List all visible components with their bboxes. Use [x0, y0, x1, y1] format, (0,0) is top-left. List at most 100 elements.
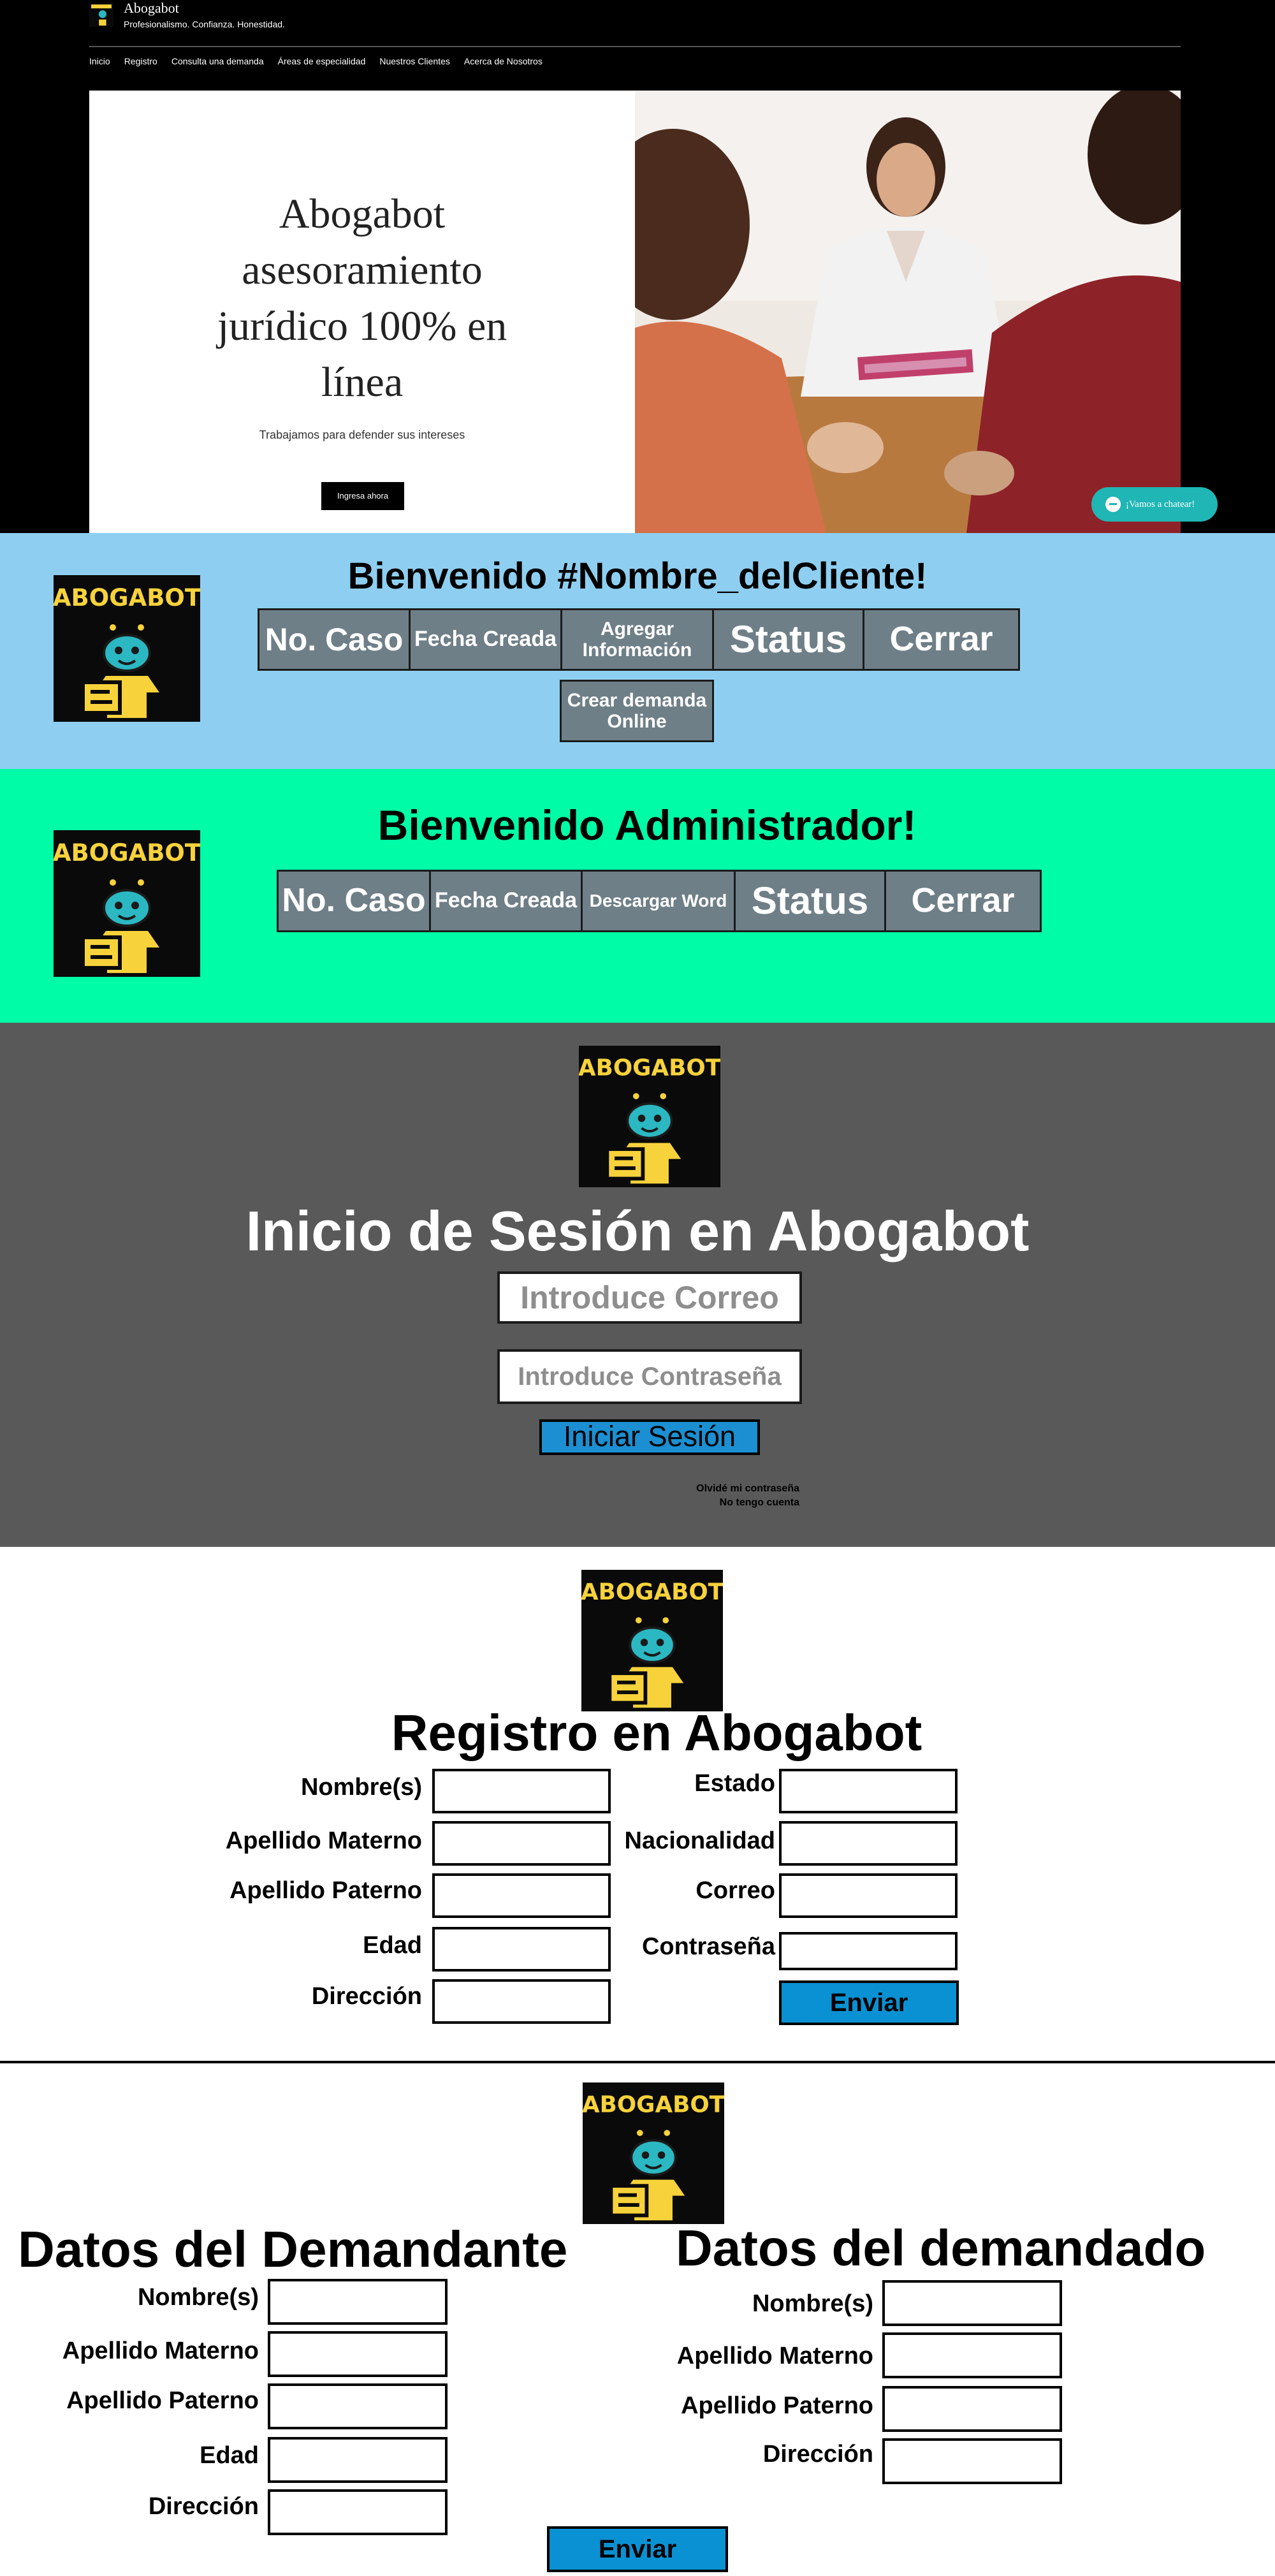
robot-logo-icon: ABOGABOT — [583, 2082, 724, 2224]
defendant-title: Datos del demandado — [676, 2220, 1206, 2276]
demandante-edad-input[interactable] — [268, 2437, 448, 2483]
label-demandante-nombres: Nombre(s) — [137, 2284, 259, 2311]
demandado-apellido-paterno-input[interactable] — [882, 2386, 1062, 2432]
col-cerrar-button[interactable]: Cerrar — [886, 870, 1042, 932]
robot-logo-icon — [89, 3, 113, 27]
robot-logo-icon: ABOGABOT — [579, 1046, 720, 1187]
robot-logo-icon: ABOGABOT — [581, 1570, 723, 1711]
label-apellido-materno: Apellido Materno — [225, 1827, 422, 1854]
client-case-columns: No. Caso Fecha Creada Agregar Informació… — [258, 608, 1020, 671]
label-estado: Estado — [694, 1770, 775, 1797]
label-demandante-apellido-paterno: Apellido Paterno — [66, 2387, 259, 2414]
header-divider — [89, 46, 1181, 47]
demandante-nombres-input[interactable] — [268, 2279, 448, 2325]
plaintiff-title: Datos del Demandante — [18, 2221, 568, 2278]
website-section: Abogabot Profesionalismo. Confianza. Hon… — [0, 0, 1275, 533]
apellido-paterno-input[interactable] — [432, 1873, 611, 1918]
nav-inicio[interactable]: Inicio — [89, 56, 110, 66]
estado-input[interactable] — [779, 1769, 958, 1813]
nav-consulta-demanda[interactable]: Consulta una demanda — [171, 56, 264, 66]
chat-bubble-icon — [1105, 497, 1121, 512]
abogabot-logo: ABOGABOT — [581, 1570, 723, 1711]
register-submit-button[interactable]: Enviar — [779, 1980, 959, 2025]
col-agregar-informacion-button[interactable]: Agregar Información — [562, 608, 714, 671]
label-contrasena: Contraseña — [641, 1933, 775, 1960]
logo-wordmark: ABOGABOT — [579, 1055, 720, 1081]
demandado-nombres-input[interactable] — [882, 2280, 1062, 2326]
col-descargar-word-button[interactable]: Descargar Word — [583, 870, 736, 932]
demandante-apellido-paterno-input[interactable] — [268, 2383, 448, 2429]
label-edad: Edad — [363, 1932, 422, 1959]
label-demandante-edad: Edad — [200, 2442, 259, 2469]
site-nav: Inicio Registro Consulta una demanda Áre… — [89, 56, 543, 66]
hero-title: Abogabot asesoramiento jurídico 100% en … — [217, 191, 507, 406]
chat-button[interactable]: ¡Vamos a chatear! — [1091, 487, 1218, 522]
label-demandado-direccion: Dirección — [762, 2441, 873, 2468]
nav-areas-especialidad[interactable]: Áreas de especialidad — [278, 56, 366, 66]
client-dashboard-section: ABOGABOT Bienvenido #Nombre_delCliente! … — [0, 533, 1275, 769]
col-fecha-creada-button[interactable]: Fecha Creada — [431, 870, 583, 932]
label-demandado-apellido-materno: Apellido Materno — [676, 2343, 873, 2369]
demandante-direccion-input[interactable] — [268, 2489, 448, 2535]
lawsuit-form-section: ABOGABOT Datos del Demandante Nombre(s) … — [0, 2063, 1275, 2576]
hero-photo — [635, 91, 1181, 533]
robot-logo-icon: ABOGABOT — [54, 830, 200, 977]
nav-acerca-de-nosotros[interactable]: Acerca de Nosotros — [464, 56, 543, 66]
label-nacionalidad: Nacionalidad — [624, 1827, 776, 1854]
hero-subtitle: Trabajamos para defender sus intereses — [259, 428, 465, 441]
registration-section: ABOGABOT Registro en Abogabot Nombre(s) … — [0, 1547, 1275, 2062]
label-apellido-paterno: Apellido Paterno — [229, 1877, 422, 1904]
col-status-button[interactable]: Status — [714, 608, 864, 671]
contrasena-input[interactable] — [779, 1932, 958, 1970]
label-demandante-direccion: Dirección — [148, 2493, 259, 2520]
email-field[interactable]: Introduce Correo — [497, 1271, 802, 1324]
abogabot-logo: ABOGABOT — [579, 1046, 720, 1187]
login-section: ABOGABOT Inicio de Sesión en Abogabot In… — [0, 1023, 1275, 1547]
lawsuit-submit-button[interactable]: Enviar — [547, 2526, 728, 2572]
label-correo: Correo — [696, 1877, 775, 1904]
logo-wordmark: ABOGABOT — [581, 1579, 723, 1605]
nombres-input[interactable] — [432, 1769, 611, 1813]
label-demandado-nombres: Nombre(s) — [752, 2290, 873, 2317]
admin-case-columns: No. Caso Fecha Creada Descargar Word Sta… — [277, 870, 1042, 932]
edad-input[interactable] — [432, 1927, 611, 1972]
label-nombres: Nombre(s) — [300, 1774, 422, 1801]
client-welcome-title: Bienvenido #Nombre_delCliente! — [347, 555, 928, 597]
demandado-direccion-input[interactable] — [882, 2438, 1062, 2484]
col-cerrar-button[interactable]: Cerrar — [864, 608, 1020, 671]
nav-nuestros-clientes[interactable]: Nuestros Clientes — [379, 56, 450, 66]
demandante-apellido-materno-input[interactable] — [268, 2331, 448, 2377]
col-no-caso-button[interactable]: No. Caso — [277, 870, 431, 932]
login-submit-button[interactable]: Iniciar Sesión — [539, 1419, 760, 1455]
nacionalidad-input[interactable] — [779, 1821, 958, 1866]
abogabot-logo: ABOGABOT — [54, 830, 200, 977]
abogabot-logo: ABOGABOT — [583, 2082, 724, 2224]
demandado-apellido-materno-input[interactable] — [882, 2332, 1062, 2378]
login-title: Inicio de Sesión en Abogabot — [245, 1199, 1030, 1262]
label-demandado-apellido-paterno: Apellido Paterno — [681, 2392, 873, 2419]
col-fecha-creada-button[interactable]: Fecha Creada — [411, 608, 562, 671]
password-field[interactable]: Introduce Contraseña — [497, 1349, 802, 1404]
apellido-materno-input[interactable] — [432, 1821, 611, 1866]
no-account-link[interactable]: No tengo cuenta — [574, 1497, 799, 1509]
label-demandante-apellido-materno: Apellido Materno — [62, 2338, 259, 2364]
hero-text-panel: Abogabot asesoramiento jurídico 100% en … — [89, 91, 635, 533]
register-title: Registro en Abogabot — [391, 1704, 922, 1761]
create-lawsuit-button[interactable]: Crear demanda Online — [560, 680, 714, 742]
site-name: Abogabot — [124, 0, 179, 16]
meeting-photo-illustration — [635, 91, 1181, 533]
direccion-input[interactable] — [432, 1979, 611, 2024]
admin-dashboard-section: ABOGABOT Bienvenido Administrador! No. C… — [0, 769, 1275, 1023]
admin-welcome-title: Bienvenido Administrador! — [377, 801, 917, 849]
correo-input[interactable] — [779, 1873, 958, 1918]
site-tagline: Profesionalismo. Confianza. Honestidad. — [124, 19, 285, 29]
site-logo[interactable] — [89, 3, 113, 27]
col-no-caso-button[interactable]: No. Caso — [258, 608, 411, 671]
forgot-password-link[interactable]: Olvidé mi contraseña — [574, 1483, 799, 1495]
logo-wordmark: ABOGABOT — [583, 2091, 724, 2118]
nav-registro[interactable]: Registro — [124, 56, 157, 66]
hero-cta-button[interactable]: Ingresa ahora — [321, 482, 404, 510]
label-direccion: Dirección — [311, 1983, 422, 2010]
chat-button-label: ¡Vamos a chatear! — [1126, 499, 1195, 509]
col-status-button[interactable]: Status — [736, 870, 886, 932]
